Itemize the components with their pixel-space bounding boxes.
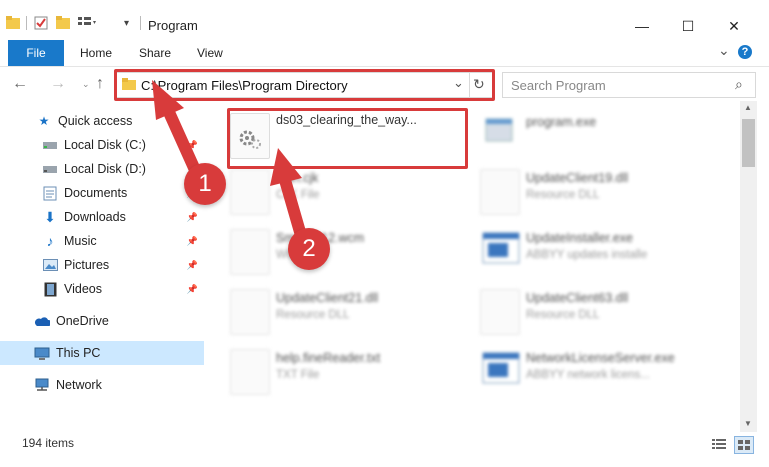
annotation-badge-1: 1 [184,163,226,205]
arrow-1 [152,80,201,176]
annotation-badge-2: 2 [288,228,330,270]
annotation-arrows [152,80,306,238]
arrow-2 [270,148,306,238]
